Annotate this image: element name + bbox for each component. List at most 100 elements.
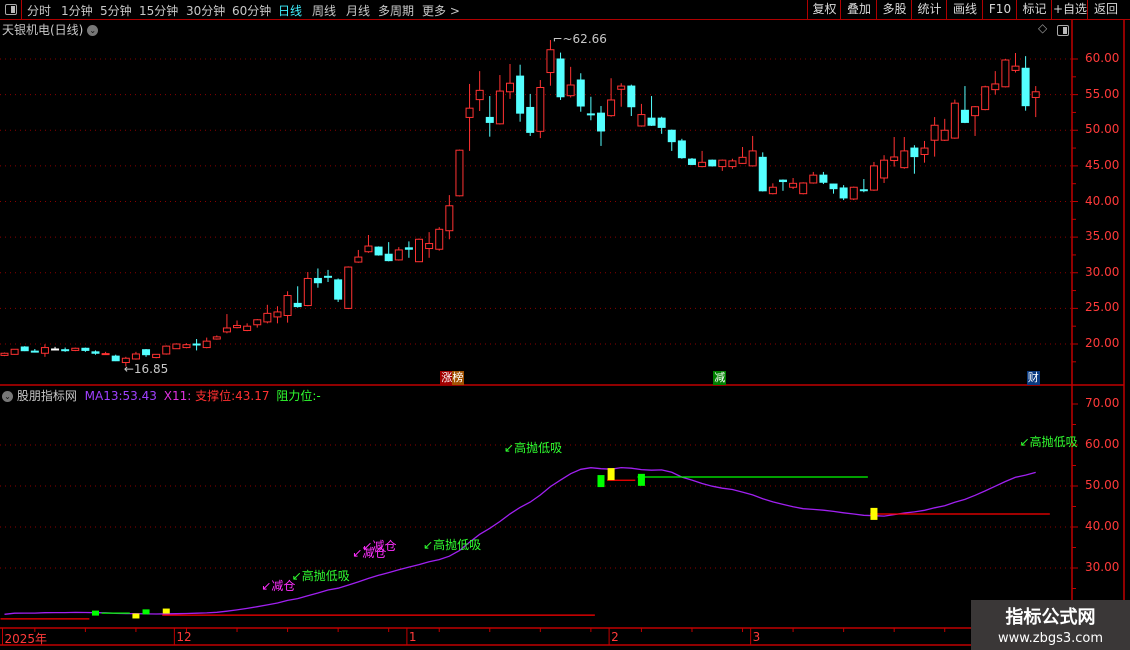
candle — [687, 158, 696, 166]
arrow-icon: ↙ — [1019, 434, 1030, 449]
low-price-value: 16.85 — [133, 362, 169, 377]
high-price-label: ⌐~62.66 — [552, 32, 606, 46]
signal-text: 高抛低吸 — [1029, 434, 1078, 449]
date-label: 1 — [408, 630, 417, 644]
candle — [728, 158, 737, 169]
candle — [960, 86, 969, 124]
candle-body — [576, 79, 585, 107]
candle — [819, 171, 828, 185]
candle-body — [172, 343, 181, 350]
watermark: 指标公式网 www.zbgs3.com — [971, 600, 1130, 650]
candle-body — [748, 150, 757, 167]
candle-body — [506, 82, 514, 93]
arrow-icon: ← — [123, 362, 134, 377]
signal-block — [637, 473, 645, 486]
date-label: 12 — [176, 630, 192, 644]
candle-body — [950, 102, 959, 139]
candle — [142, 348, 151, 357]
kline-chart[interactable] — [0, 0, 1130, 650]
candle — [445, 195, 454, 240]
signal-block — [607, 468, 615, 481]
candle-body — [728, 160, 737, 168]
candle-body — [819, 174, 828, 183]
candle — [829, 183, 838, 194]
candle — [789, 177, 798, 190]
price-axis-label: 25.00 — [1085, 300, 1120, 315]
candle — [647, 96, 656, 126]
candle — [607, 78, 616, 117]
candle-body — [475, 89, 484, 101]
candle — [667, 129, 676, 151]
candle — [253, 319, 262, 328]
price-axis-label: 30.00 — [1085, 264, 1120, 279]
candle-body — [212, 336, 221, 340]
candle — [20, 346, 29, 352]
indicator-axis-label: 70.00 — [1085, 396, 1120, 410]
signal-text: 高抛低吸 — [301, 568, 350, 583]
candle — [334, 278, 343, 302]
signal-label: ↙高抛低吸 — [423, 536, 481, 553]
candle — [748, 135, 757, 167]
candle-body — [435, 228, 444, 250]
date-label: 2 — [611, 630, 619, 644]
candle-body — [344, 266, 353, 309]
candle — [91, 350, 100, 355]
signal-block — [162, 608, 170, 614]
candle-body — [789, 182, 798, 188]
price-axis-label: 45.00 — [1085, 157, 1120, 172]
candle-body — [647, 117, 656, 126]
candle — [0, 352, 9, 357]
candle-body — [71, 347, 80, 351]
candle — [617, 83, 626, 107]
candle-body — [51, 348, 60, 351]
candle — [708, 159, 717, 167]
candle-body — [930, 124, 939, 141]
candle-body — [778, 179, 787, 183]
candle-body — [202, 340, 211, 349]
candle — [1031, 86, 1040, 118]
candle-body — [415, 238, 424, 263]
candle-body — [40, 347, 49, 354]
event-tag[interactable]: 涨榜 — [440, 371, 465, 385]
candle-body — [991, 83, 1000, 91]
indicator-axis-label: 50.00 — [1085, 478, 1120, 492]
candle — [1011, 53, 1020, 73]
candle — [910, 145, 919, 174]
signal-label: ↙高抛低吸 — [504, 439, 562, 456]
arrow-icon: ↙ — [504, 441, 515, 456]
candle — [222, 314, 231, 334]
candle — [404, 241, 413, 258]
candle — [111, 354, 120, 362]
signal-label: ↙减仓 — [261, 577, 295, 594]
candle — [101, 351, 110, 356]
candle-body — [465, 107, 474, 118]
candle — [950, 99, 959, 139]
candle — [313, 268, 322, 288]
candle-body — [101, 353, 110, 356]
candle — [485, 96, 494, 137]
candle — [374, 246, 383, 256]
signal-block — [142, 609, 150, 615]
candle-body — [718, 159, 727, 168]
candle-body — [334, 279, 343, 300]
candle — [131, 351, 140, 360]
candle — [455, 149, 464, 197]
price-axis-label: 20.00 — [1085, 336, 1120, 350]
ma13-line — [4, 466, 1036, 615]
event-tag[interactable]: 财 — [1026, 371, 1040, 385]
candle — [576, 73, 585, 112]
candle — [283, 291, 292, 323]
candle-body — [698, 161, 707, 168]
candle-body — [182, 344, 191, 349]
candle — [192, 339, 201, 351]
event-tag[interactable]: 减 — [713, 371, 727, 385]
candle-body — [607, 99, 616, 117]
candle-body — [657, 117, 666, 128]
arrow-icon: ↙ — [423, 537, 434, 552]
candle-body — [869, 165, 878, 191]
candle — [677, 138, 686, 159]
candle — [637, 103, 646, 127]
candle-body — [859, 189, 868, 192]
indicator-axis-label: 60.00 — [1085, 437, 1120, 451]
candle-body — [243, 325, 252, 331]
